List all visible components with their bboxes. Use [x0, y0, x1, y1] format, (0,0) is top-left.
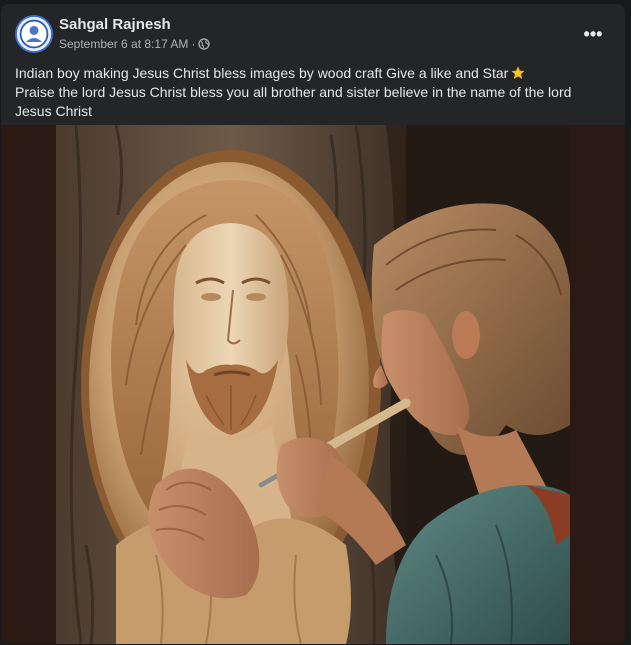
star-icon [511, 66, 526, 80]
globe-icon[interactable] [198, 38, 211, 50]
post-header: Sahgal Rajnesh September 6 at 8:17 AM · … [1, 4, 625, 62]
post-meta: September 6 at 8:17 AM · [59, 37, 211, 51]
post-card: Sahgal Rajnesh September 6 at 8:17 AM · … [1, 4, 625, 644]
caption-line-2: Praise the lord Jesus Christ bless you a… [15, 84, 572, 119]
post-timestamp[interactable]: September 6 at 8:17 AM [59, 37, 188, 51]
author-name[interactable]: Sahgal Rajnesh [59, 16, 171, 33]
post-caption: Indian boy making Jesus Christ bless ima… [15, 64, 605, 121]
more-options-icon: ••• [583, 24, 603, 44]
caption-line-1: Indian boy making Jesus Christ bless ima… [15, 65, 509, 81]
meta-separator: · [191, 37, 196, 51]
post-media [1, 125, 625, 644]
post-photo[interactable] [56, 125, 570, 644]
author-avatar[interactable] [15, 15, 53, 53]
avatar-image [17, 17, 51, 51]
more-options-button[interactable]: ••• [578, 22, 608, 46]
